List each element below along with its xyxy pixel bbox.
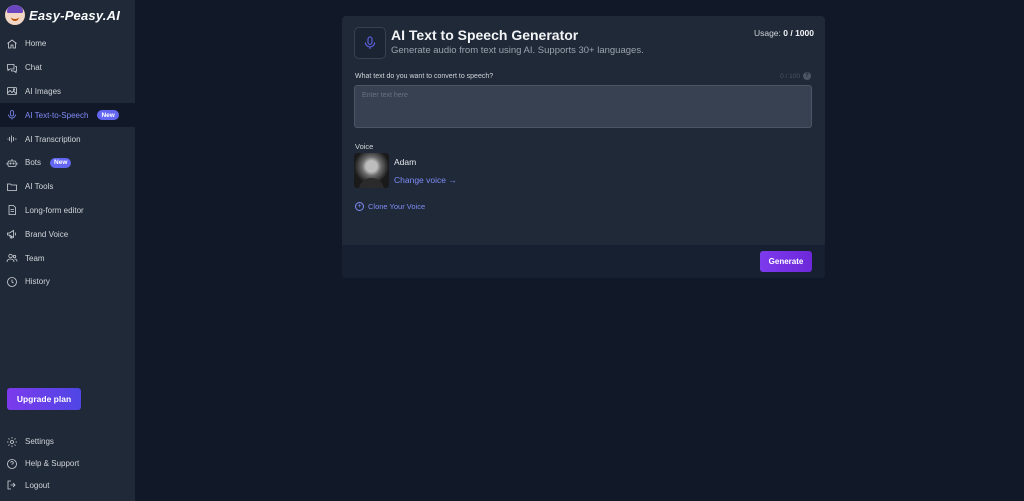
- voice-name: Adam: [394, 157, 417, 167]
- text-input[interactable]: [354, 85, 812, 128]
- folder-icon: [6, 181, 18, 193]
- sidebar-item-label: AI Text-to-Speech: [25, 110, 89, 120]
- new-badge: New: [97, 110, 119, 121]
- users-icon: [6, 252, 18, 264]
- voice-avatar: [354, 153, 389, 188]
- usage-label: Usage:: [753, 28, 781, 38]
- clone-voice-button[interactable]: + Clone Your Voice: [355, 202, 425, 211]
- clone-voice-label: Clone Your Voice: [368, 202, 426, 211]
- sidebar-item-help-support[interactable]: Help & Support: [0, 453, 135, 475]
- sidebar-item-settings[interactable]: Settings: [0, 431, 135, 453]
- change-voice-link[interactable]: Change voice →: [394, 175, 457, 185]
- sidebar-item-history[interactable]: History: [0, 270, 135, 294]
- sidebar-item-label: Help & Support: [25, 459, 80, 469]
- sidebar: Easy-Peasy.AI Home Chat AI Images AI Tex…: [0, 0, 135, 501]
- sidebar-item-label: Settings: [25, 437, 54, 447]
- page-title: AI Text to Speech Generator: [391, 27, 579, 43]
- brand-logo[interactable]: Easy-Peasy.AI: [5, 4, 120, 26]
- tts-generator-card: AI Text to Speech Generator Generate aud…: [342, 16, 825, 278]
- clock-icon: [6, 276, 18, 288]
- sidebar-item-label: Long-form editor: [25, 205, 84, 215]
- sidebar-item-bots[interactable]: Bots New: [0, 151, 135, 175]
- char-count-value: 0 / 100: [780, 72, 800, 80]
- microphone-icon: [6, 109, 18, 121]
- sidebar-item-team[interactable]: Team: [0, 246, 135, 270]
- sidebar-item-chat[interactable]: Chat: [0, 56, 135, 80]
- megaphone-icon: [6, 228, 18, 240]
- char-count: 0 / 100 ?: [780, 72, 811, 80]
- sidebar-item-label: Chat: [25, 63, 42, 73]
- sidebar-item-label: AI Transcription: [25, 134, 81, 144]
- help-icon: [6, 458, 18, 470]
- plus-circle-icon: +: [355, 202, 364, 211]
- help-icon[interactable]: ?: [803, 72, 811, 80]
- sidebar-item-ai-text-to-speech[interactable]: AI Text-to-Speech New: [0, 103, 135, 128]
- sidebar-item-ai-images[interactable]: AI Images: [0, 80, 135, 104]
- sidebar-item-label: Home: [25, 39, 47, 49]
- robot-icon: [6, 157, 18, 169]
- generate-button[interactable]: Generate: [760, 251, 812, 272]
- waveform-icon: [6, 133, 18, 145]
- chat-icon: [6, 62, 18, 74]
- sidebar-item-ai-tools[interactable]: AI Tools: [0, 175, 135, 199]
- sidebar-item-ai-transcription[interactable]: AI Transcription: [0, 127, 135, 151]
- image-icon: [6, 85, 18, 97]
- voice-section-label: Voice: [355, 142, 374, 151]
- usage-counter: Usage: 0 / 1000: [754, 28, 814, 38]
- sidebar-bottom-nav: Settings Help & Support Logout: [0, 431, 135, 496]
- sidebar-item-label: Bots: [25, 158, 42, 168]
- logo-mascot-icon: [5, 5, 25, 25]
- logout-icon: [6, 479, 18, 491]
- gear-icon: [6, 436, 18, 448]
- card-footer: [342, 245, 825, 278]
- document-icon: [6, 204, 18, 216]
- sidebar-item-label: Logout: [25, 480, 50, 490]
- sidebar-item-logout[interactable]: Logout: [0, 474, 135, 496]
- page-subtitle: Generate audio from text using AI. Suppo…: [391, 45, 644, 56]
- text-input-label: What text do you want to convert to spee…: [355, 73, 494, 80]
- sidebar-item-brand-voice[interactable]: Brand Voice: [0, 222, 135, 246]
- upgrade-plan-button[interactable]: Upgrade plan: [7, 388, 81, 410]
- sidebar-item-long-form-editor[interactable]: Long-form editor: [0, 199, 135, 223]
- usage-value: 0 / 1000: [783, 28, 814, 38]
- sidebar-item-home[interactable]: Home: [0, 32, 135, 56]
- brand-name: Easy-Peasy.AI: [29, 7, 121, 23]
- sidebar-nav: Home Chat AI Images AI Text-to-Speech Ne…: [0, 32, 135, 294]
- sidebar-item-label: Team: [25, 253, 45, 263]
- new-badge: New: [50, 157, 72, 168]
- sidebar-item-label: AI Tools: [25, 182, 54, 192]
- sidebar-item-label: Brand Voice: [25, 229, 69, 239]
- microphone-icon: [354, 27, 386, 59]
- sidebar-item-label: AI Images: [25, 86, 62, 96]
- home-icon: [6, 38, 18, 50]
- sidebar-item-label: History: [25, 277, 50, 287]
